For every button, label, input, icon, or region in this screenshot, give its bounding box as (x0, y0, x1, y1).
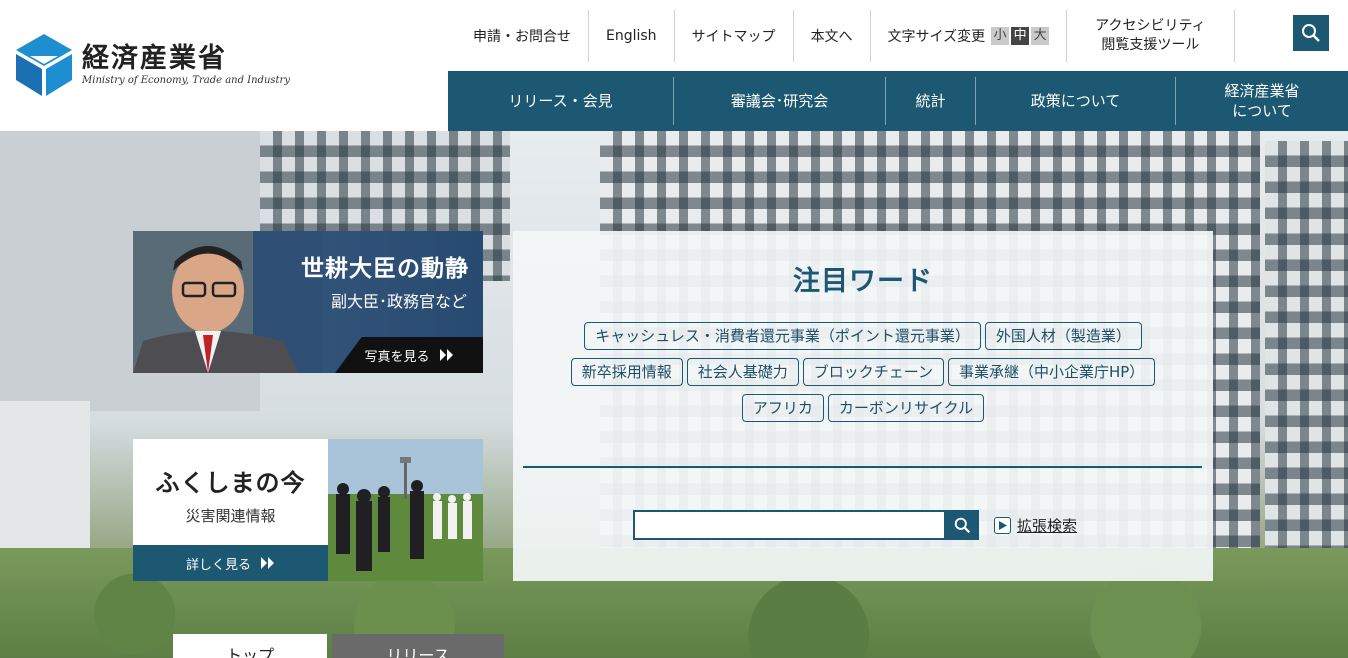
minister-card-title: 世耕大臣の動静 (301, 255, 469, 282)
keyword-tag-new-grad-recruit[interactable]: 新卒採用情報 (570, 358, 683, 386)
global-nav: リリース・会見 審議会･研究会 統計 政策について 経済産業省について (448, 71, 1348, 131)
fukushima-card-title: ふくしまの今 (155, 469, 306, 497)
accessibility-label-line1: アクセシビリティ (1095, 18, 1206, 34)
font-size-label: 文字サイズ変更 (887, 29, 986, 45)
search-icon (954, 517, 971, 533)
meti-logo-icon (16, 34, 72, 96)
double-chevron-right-icon (439, 349, 453, 361)
font-size-large-button[interactable]: 大 (1031, 27, 1050, 45)
utility-nav: 申請・お問合せ English サイトマップ 本文へ 文字サイズ変更 小 中 大… (456, 10, 1235, 62)
keyword-tag-business-succession[interactable]: 事業承継（中小企業庁HP） (947, 358, 1156, 386)
english-link[interactable]: English (589, 10, 675, 62)
gnav-council[interactable]: 審議会･研究会 (674, 77, 886, 125)
tab-release[interactable]: リリース (332, 634, 504, 658)
site-logo[interactable]: 経済産業省 Ministry of Economy, Trade and Ind… (16, 34, 290, 96)
apply-contact-link[interactable]: 申請・お問合せ (456, 10, 589, 62)
font-size-switcher: 文字サイズ変更 小 中 大 (871, 10, 1068, 62)
building-right (1265, 141, 1348, 561)
keyword-tag-cashless[interactable]: キャッシュレス・消費者還元事業（ポイント還元事業） (584, 322, 981, 350)
keywords-panel: 注目ワード キャッシュレス・消費者還元事業（ポイント還元事業） 外国人材（製造業… (513, 231, 1213, 581)
gnav-about-meti[interactable]: 経済産業省 について (1176, 77, 1348, 125)
fukushima-more-button[interactable]: 詳しく見る (133, 545, 328, 581)
fukushima-more-label: 詳しく見る (185, 557, 251, 573)
logo-name-en: Ministry of Economy, Trade and Industry (82, 75, 290, 86)
keyword-tag-carbon-recycle[interactable]: カーボンリサイクル (827, 394, 985, 422)
advanced-search-link[interactable]: 拡張検索 (994, 515, 1077, 536)
gnav-policy[interactable]: 政策について (976, 77, 1176, 125)
site-search-button[interactable] (946, 510, 979, 540)
minister-activities-card[interactable]: 世耕大臣の動静 副大臣･政務官など 写真を見る (133, 231, 483, 373)
tab-top[interactable]: トップ (173, 634, 327, 658)
skip-to-content-link[interactable]: 本文へ (794, 10, 871, 62)
gnav-statistics[interactable]: 統計 (886, 77, 976, 125)
site-header: 経済産業省 Ministry of Economy, Trade and Ind… (0, 0, 1348, 131)
minister-photo (133, 231, 323, 373)
gnav-release[interactable]: リリース・会見 (448, 77, 674, 125)
header-search-button[interactable] (1293, 15, 1329, 51)
advanced-search-label: 拡張検索 (1017, 517, 1078, 535)
play-arrow-icon (994, 517, 1011, 534)
minister-more-button[interactable]: 写真を見る (335, 337, 483, 373)
logo-name-jp: 経済産業省 (82, 43, 227, 74)
font-size-small-button[interactable]: 小 (991, 27, 1010, 45)
minister-more-label: 写真を見る (364, 349, 430, 365)
fukushima-card-subtitle: 災害関連情報 (185, 507, 276, 525)
site-search-input[interactable] (633, 510, 946, 540)
accessibility-label-line2: 閲覧支援ツール (1101, 37, 1200, 53)
double-chevron-right-icon (261, 557, 274, 569)
panel-divider (523, 466, 1202, 468)
sitemap-link[interactable]: サイトマップ (675, 10, 794, 62)
minister-card-subtitle: 副大臣･政務官など (330, 292, 467, 311)
font-size-medium-button[interactable]: 中 (1011, 27, 1030, 45)
gnav-about-line1: 経済産業省 (1224, 82, 1300, 100)
keyword-tag-list: キャッシュレス・消費者還元事業（ポイント還元事業） 外国人材（製造業） 新卒採用… (543, 322, 1183, 422)
keywords-title: 注目ワード (793, 266, 933, 297)
keyword-tag-africa[interactable]: アフリカ (741, 394, 824, 422)
keyword-tag-blockchain[interactable]: ブロックチェーン (802, 358, 944, 386)
accessibility-tool-link[interactable]: アクセシビリティ 閲覧支援ツール (1067, 10, 1235, 62)
building-low (0, 401, 90, 571)
fukushima-photo (328, 439, 483, 581)
search-icon (1302, 24, 1320, 42)
fukushima-card[interactable]: ふくしまの今 災害関連情報 詳しく見る (133, 439, 483, 581)
keyword-tag-fundamental-skills[interactable]: 社会人基礎力 (686, 358, 799, 386)
gnav-about-line2: について (1232, 102, 1292, 120)
keyword-tag-foreign-workers[interactable]: 外国人材（製造業） (984, 322, 1142, 350)
